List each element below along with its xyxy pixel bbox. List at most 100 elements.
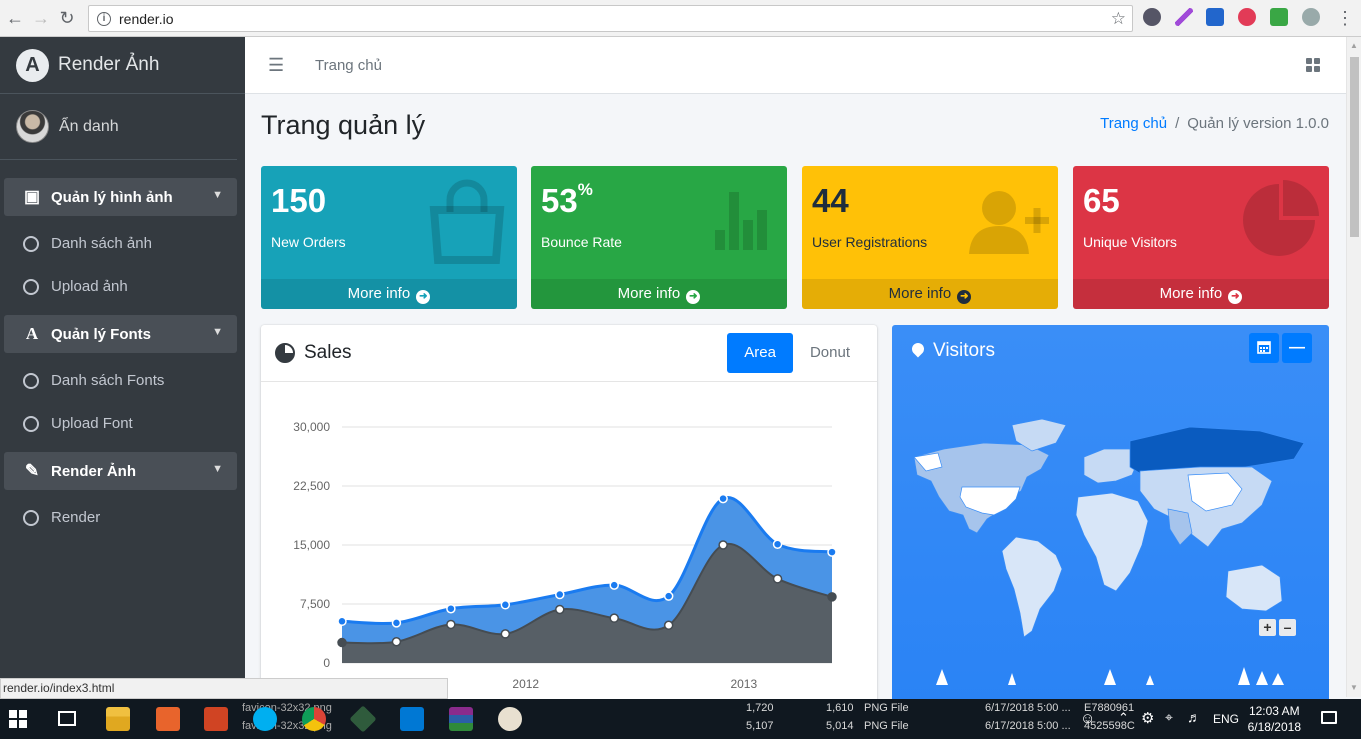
git-app-icon[interactable] xyxy=(349,705,377,733)
browser-status-url: render.io/index3.html xyxy=(0,678,448,699)
winrar-icon[interactable] xyxy=(449,707,473,731)
menu-group-render[interactable]: ✎ Render Ảnh ▼ xyxy=(4,452,237,490)
stat-box-visitors: 65 Unique Visitors More info ➜ xyxy=(1073,166,1329,309)
file-explorer-icon[interactable] xyxy=(106,707,130,731)
extension-icon[interactable] xyxy=(1143,8,1161,26)
sidebar-item-image-list[interactable]: Danh sách ảnh xyxy=(4,222,237,265)
hamburger-menu-icon[interactable]: ☰ xyxy=(268,55,284,76)
sidebar-item-label: Upload Font xyxy=(51,415,133,432)
arrow-circle-right-icon: ➜ xyxy=(957,290,972,304)
volume-icon[interactable]: ♬ xyxy=(1187,709,1201,725)
reload-icon[interactable]: ↻ xyxy=(54,5,80,31)
visitors-title: Visitors xyxy=(909,340,995,362)
brand-logo: A xyxy=(16,48,49,82)
tab-area[interactable]: Area xyxy=(727,333,793,373)
paint-icon[interactable] xyxy=(498,707,522,731)
arrow-circle-right-icon: ➜ xyxy=(686,290,701,304)
pdf-app-icon[interactable] xyxy=(156,707,180,731)
sidebar-item-font-list[interactable]: Danh sách Fonts xyxy=(4,359,237,402)
scroll-down-icon[interactable]: ▼ xyxy=(1350,683,1358,692)
skype-icon[interactable] xyxy=(253,707,277,731)
tab-donut[interactable]: Donut xyxy=(793,333,867,373)
menu-group-label: Quản lý Fonts xyxy=(51,325,152,343)
map-zoom-out-button[interactable]: – xyxy=(1279,619,1296,636)
sidebar-item-render[interactable]: Render xyxy=(4,496,237,539)
menu-group-label: Quản lý hình ảnh xyxy=(51,188,173,206)
y-tick-label: 30,000 xyxy=(293,420,330,434)
task-view-icon[interactable] xyxy=(58,711,76,726)
menu-group-fonts[interactable]: A Quản lý Fonts ▼ xyxy=(4,315,237,353)
page-scrollbar[interactable]: ▲ ▼ xyxy=(1346,37,1361,697)
circle-icon xyxy=(23,415,39,432)
extension-icon[interactable] xyxy=(1206,8,1224,26)
browser-menu-icon[interactable]: ⋮ xyxy=(1332,5,1358,31)
chevron-down-icon: ▼ xyxy=(212,326,223,338)
y-tick-label: 15,000 xyxy=(293,538,330,552)
info-icon[interactable]: i xyxy=(97,11,111,26)
y-tick-label: 22,500 xyxy=(293,479,330,493)
breadcrumb-current: Quản lý version 1.0.0 xyxy=(1187,115,1329,132)
url-text: render.io xyxy=(119,10,174,27)
top-navbar: ☰ Trang chủ xyxy=(245,37,1346,94)
world-map[interactable] xyxy=(892,405,1329,685)
powerpoint-icon[interactable] xyxy=(204,707,228,731)
sidebar-item-upload-image[interactable]: Upload ảnh xyxy=(4,265,237,308)
more-info-link[interactable]: More info ➜ xyxy=(261,279,517,309)
sidebar-item-upload-font[interactable]: Upload Font xyxy=(4,402,237,445)
forward-arrow-icon[interactable]: → xyxy=(28,5,54,31)
more-info-link[interactable]: More info ➜ xyxy=(802,279,1058,309)
extension-icon[interactable] xyxy=(1175,8,1193,26)
settings-gear-icon[interactable]: ⚙ xyxy=(1141,709,1154,727)
stat-box-orders: 150 New Orders More info ➜ xyxy=(261,166,517,309)
breadcrumb-separator: / xyxy=(1175,115,1180,132)
sidebar: A Render Ảnh Ẩn danh ▣ Quản lý hình ảnh … xyxy=(0,37,245,697)
arrow-circle-right-icon: ➜ xyxy=(1228,290,1243,304)
breadcrumb-home-link[interactable]: Trang chủ xyxy=(1100,115,1167,132)
chrome-icon[interactable] xyxy=(302,707,326,731)
stat-value: 65 xyxy=(1083,182,1120,219)
file-size: 1,610 xyxy=(826,702,854,714)
circle-icon xyxy=(23,235,39,252)
nav-home-link[interactable]: Trang chủ xyxy=(315,57,382,74)
collapse-button[interactable]: — xyxy=(1282,333,1312,363)
more-info-link[interactable]: More info ➜ xyxy=(531,279,787,309)
browser-toolbar: ← → ↻ i render.io ☆ ⋮ xyxy=(0,0,1361,37)
sidebar-item-label: Danh sách ảnh xyxy=(51,235,152,252)
circle-icon xyxy=(23,278,39,295)
address-bar[interactable]: i render.io ☆ xyxy=(88,5,1133,32)
more-info-link[interactable]: More info ➜ xyxy=(1073,279,1329,309)
data-point xyxy=(663,591,674,601)
extension-icon[interactable] xyxy=(1302,8,1320,26)
system-clock[interactable]: 12:03 AM 6/18/2018 xyxy=(1248,703,1301,735)
circle-icon xyxy=(23,372,39,389)
minus-icon: — xyxy=(1289,339,1305,356)
bookmark-star-icon[interactable]: ☆ xyxy=(1111,9,1126,29)
calendar-button[interactable] xyxy=(1249,333,1279,363)
map-zoom-in-button[interactable]: + xyxy=(1259,619,1276,636)
user-panel[interactable]: Ẩn danh xyxy=(0,94,237,160)
scrollbar-thumb[interactable] xyxy=(1350,57,1359,237)
brand[interactable]: A Render Ảnh xyxy=(0,37,245,94)
data-point xyxy=(827,592,837,602)
menu-group-label: Render Ảnh xyxy=(51,462,137,480)
stat-value: 44 xyxy=(812,182,849,219)
windows-start-icon[interactable] xyxy=(9,710,27,728)
clock-time: 12:03 AM xyxy=(1248,704,1300,718)
data-point xyxy=(609,580,619,590)
vscode-icon[interactable] xyxy=(400,707,424,731)
pie-chart-icon xyxy=(275,343,295,363)
grid-icon[interactable] xyxy=(1306,58,1320,72)
scroll-up-icon[interactable]: ▲ xyxy=(1350,41,1358,50)
back-arrow-icon[interactable]: ← xyxy=(2,5,28,31)
language-indicator[interactable]: ENG xyxy=(1213,712,1239,726)
menu-group-images[interactable]: ▣ Quản lý hình ảnh ▼ xyxy=(4,178,237,216)
stat-label: Bounce Rate xyxy=(541,234,622,250)
extension-icon[interactable] xyxy=(1270,8,1288,26)
notification-icon[interactable] xyxy=(1321,711,1337,724)
extension-icon[interactable] xyxy=(1238,8,1256,26)
wifi-icon[interactable]: ⌖ xyxy=(1165,709,1173,726)
chevron-up-icon[interactable]: ⌃ xyxy=(1118,710,1129,726)
stat-box-bounce: 53% Bounce Rate More info ➜ xyxy=(531,166,787,309)
file-type: PNG File xyxy=(864,720,909,732)
people-icon[interactable]: ☺ xyxy=(1080,710,1095,727)
